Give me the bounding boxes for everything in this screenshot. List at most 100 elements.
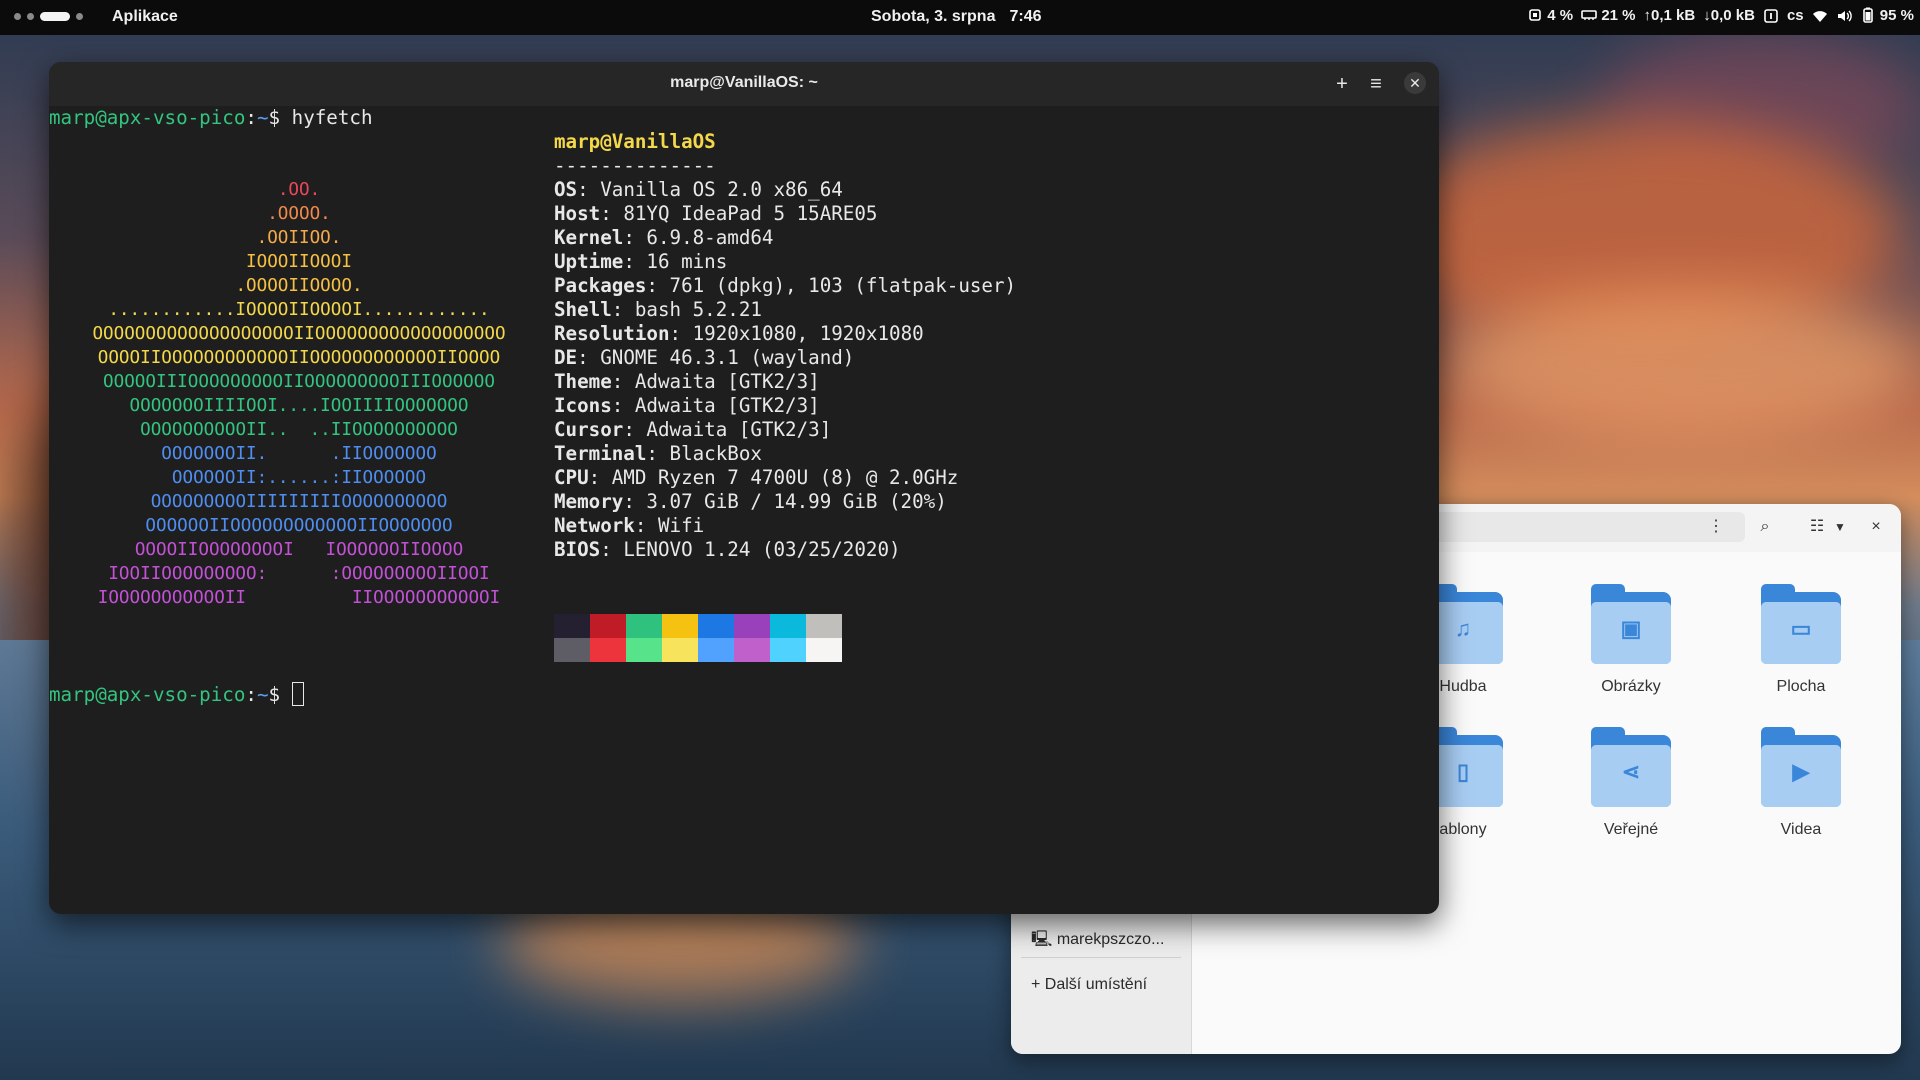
folder-videa[interactable]: ▶ Videa xyxy=(1726,727,1876,839)
command-line: marp@apx-vso-pico:~$ hyfetch xyxy=(49,106,373,129)
info-key: Kernel xyxy=(554,226,624,249)
desktop-folder-icon: ▭ xyxy=(1761,584,1841,664)
info-key: Packages xyxy=(554,274,647,297)
color-swatch xyxy=(554,638,590,662)
date-time[interactable]: Sobota, 3. srpna 7:46 xyxy=(871,8,1042,26)
applications-button[interactable]: Aplikace xyxy=(112,8,178,26)
sidebar-item-other-locations[interactable]: + Další umístění xyxy=(1031,976,1147,994)
folder-obrazky[interactable]: ▣ Obrázky xyxy=(1556,584,1706,696)
color-swatch xyxy=(626,638,662,662)
info-line: Network: Wifi xyxy=(554,514,704,538)
ascii-row: .OOOOIIOOOO. xyxy=(235,276,363,296)
share-folder-icon: ⋖ xyxy=(1591,727,1671,807)
color-swatch xyxy=(734,614,770,638)
terminal-output[interactable]: marp@apx-vso-pico:~$ hyfetch .OO. .OOOO..… xyxy=(49,106,1439,914)
battery-value: 95 % xyxy=(1879,7,1914,24)
ascii-row: IOOOIIOOOI xyxy=(246,252,352,272)
prompt-user: marp@apx-vso-pico xyxy=(49,106,246,129)
color-palette-dark xyxy=(554,614,842,638)
info-host: marp@VanillaOS xyxy=(554,130,716,153)
close-icon[interactable]: × xyxy=(1866,517,1886,537)
ascii-row: OOOOOOOOOOOOOOOOOOOIIOOOOOOOOOOOOOOOOOO xyxy=(92,324,506,344)
prompt-line: marp@apx-vso-pico:~$ xyxy=(49,682,304,707)
ascii-row: OOOOOOOII. .IIOOOOOOO xyxy=(161,444,437,464)
computer-icon: 🖳 xyxy=(1031,931,1053,948)
info-line: Theme: Adwaita [GTK2/3] xyxy=(554,370,820,394)
info-value: : Adwaita [GTK2/3] xyxy=(623,418,832,441)
info-key: Shell xyxy=(554,298,612,321)
color-swatch xyxy=(806,614,842,638)
color-swatch xyxy=(626,614,662,638)
info-line: Packages: 761 (dpkg), 103 (flatpak-user) xyxy=(554,274,1016,298)
color-palette-bright xyxy=(554,638,842,662)
folder-plocha[interactable]: ▭ Plocha xyxy=(1726,584,1876,696)
ascii-row: OOOOIIOOOOOOOOI IOOOOOOIIOOOO xyxy=(134,540,464,560)
cpu-monitor[interactable]: 4 % xyxy=(1527,7,1573,24)
info-value: : 3.07 GiB / 14.99 GiB (20%) xyxy=(623,490,947,513)
memory-icon xyxy=(1581,10,1597,20)
notification-icon[interactable] xyxy=(1763,8,1779,24)
wifi-icon[interactable] xyxy=(1812,8,1828,24)
info-line: DE: GNOME 46.3.1 (wayland) xyxy=(554,346,854,370)
ascii-row: OOOOOIIIOOOOOOOOOIIOOOOOOOOOIIIOOOOOO xyxy=(103,372,495,392)
close-icon[interactable]: ✕ xyxy=(1404,72,1426,94)
search-icon[interactable]: ⌕ xyxy=(1755,517,1775,537)
battery-icon xyxy=(1862,7,1873,23)
ascii-row: .OO. xyxy=(277,180,321,200)
info-value: : BlackBox xyxy=(646,442,762,465)
ascii-row: .OOOO. xyxy=(267,204,331,224)
ascii-row: OOOOOOOIIIIOOI....IOOIIIIOOOOOOO xyxy=(129,396,469,416)
volume-icon[interactable] xyxy=(1836,8,1852,24)
color-swatch xyxy=(698,638,734,662)
terminal-window[interactable]: marp@VanillaOS: ~ + ≡ ✕ marp@apx-vso-pic… xyxy=(49,62,1439,914)
workspace-indicator[interactable] xyxy=(14,12,83,21)
info-value: : Adwaita [GTK2/3] xyxy=(611,394,820,417)
info-key: Cursor xyxy=(554,418,624,441)
info-key: Network xyxy=(554,514,635,537)
info-line: Uptime: 16 mins xyxy=(554,250,727,274)
info-line: Shell: bash 5.2.21 xyxy=(554,298,762,322)
info-value: : 81YQ IdeaPad 5 15ARE05 xyxy=(600,202,878,225)
info-value: : 6.9.8-amd64 xyxy=(623,226,774,249)
info-key: DE xyxy=(554,346,578,369)
keyboard-layout[interactable]: cs xyxy=(1787,7,1804,24)
color-swatch xyxy=(734,638,770,662)
window-title: marp@VanillaOS: ~ xyxy=(670,74,818,91)
color-swatch xyxy=(806,638,842,662)
image-folder-icon: ▣ xyxy=(1591,584,1671,664)
info-line: OS: Vanilla OS 2.0 x86_64 xyxy=(554,178,843,202)
path-bar[interactable] xyxy=(1431,512,1745,542)
info-value: : 1920x1080, 1920x1080 xyxy=(669,322,924,345)
info-key: OS xyxy=(554,178,578,201)
path-menu-icon[interactable]: ⋮ xyxy=(1706,517,1726,537)
menu-icon[interactable]: ≡ xyxy=(1364,72,1388,96)
battery-indicator[interactable]: 95 % xyxy=(1860,7,1914,24)
view-list-icon[interactable]: ☷ xyxy=(1807,517,1827,537)
info-key: Icons xyxy=(554,394,612,417)
folder-verejne[interactable]: ⋖ Veřejné xyxy=(1556,727,1706,839)
ascii-row: OOOOOOIIOOOOOOOOOOOOIIOOOOOOO xyxy=(145,516,453,536)
info-value: : Adwaita [GTK2/3] xyxy=(611,370,820,393)
color-swatch xyxy=(770,638,806,662)
info-value: : AMD Ryzen 7 4700U (8) @ 2.0GHz xyxy=(588,466,959,489)
ascii-row: OOOOOOII:......:IIOOOOOO xyxy=(171,468,427,488)
time-label: 7:46 xyxy=(1009,8,1042,25)
info-separator: -------------- xyxy=(554,154,716,177)
download-speed: ↓0,0 kB xyxy=(1703,7,1755,24)
date-label: Sobota, 3. srpna xyxy=(871,8,996,25)
info-line: Memory: 3.07 GiB / 14.99 GiB (20%) xyxy=(554,490,947,514)
chevron-down-icon[interactable]: ▼ xyxy=(1830,517,1850,537)
info-key: Uptime xyxy=(554,250,624,273)
ascii-row: OOOOOOOOOIIIIIIIIIOOOOOOOOOO xyxy=(150,492,448,512)
info-line: BIOS: LENOVO 1.24 (03/25/2020) xyxy=(554,538,901,562)
info-line: Icons: Adwaita [GTK2/3] xyxy=(554,394,820,418)
info-key: CPU xyxy=(554,466,589,489)
ascii-row: ............IOOOOIIOOOOI............ xyxy=(108,300,490,320)
sidebar-item-network-share[interactable]: 🖳 marekpszczo... xyxy=(1031,928,1164,955)
info-key: Theme xyxy=(554,370,612,393)
system-tray[interactable]: 4 % 21 % ↑0,1 kB ↓0,0 kB cs 95 % xyxy=(1527,7,1914,24)
color-swatch xyxy=(662,614,698,638)
color-swatch xyxy=(590,614,626,638)
new-tab-icon[interactable]: + xyxy=(1330,72,1354,96)
memory-monitor[interactable]: 21 % xyxy=(1581,7,1636,24)
